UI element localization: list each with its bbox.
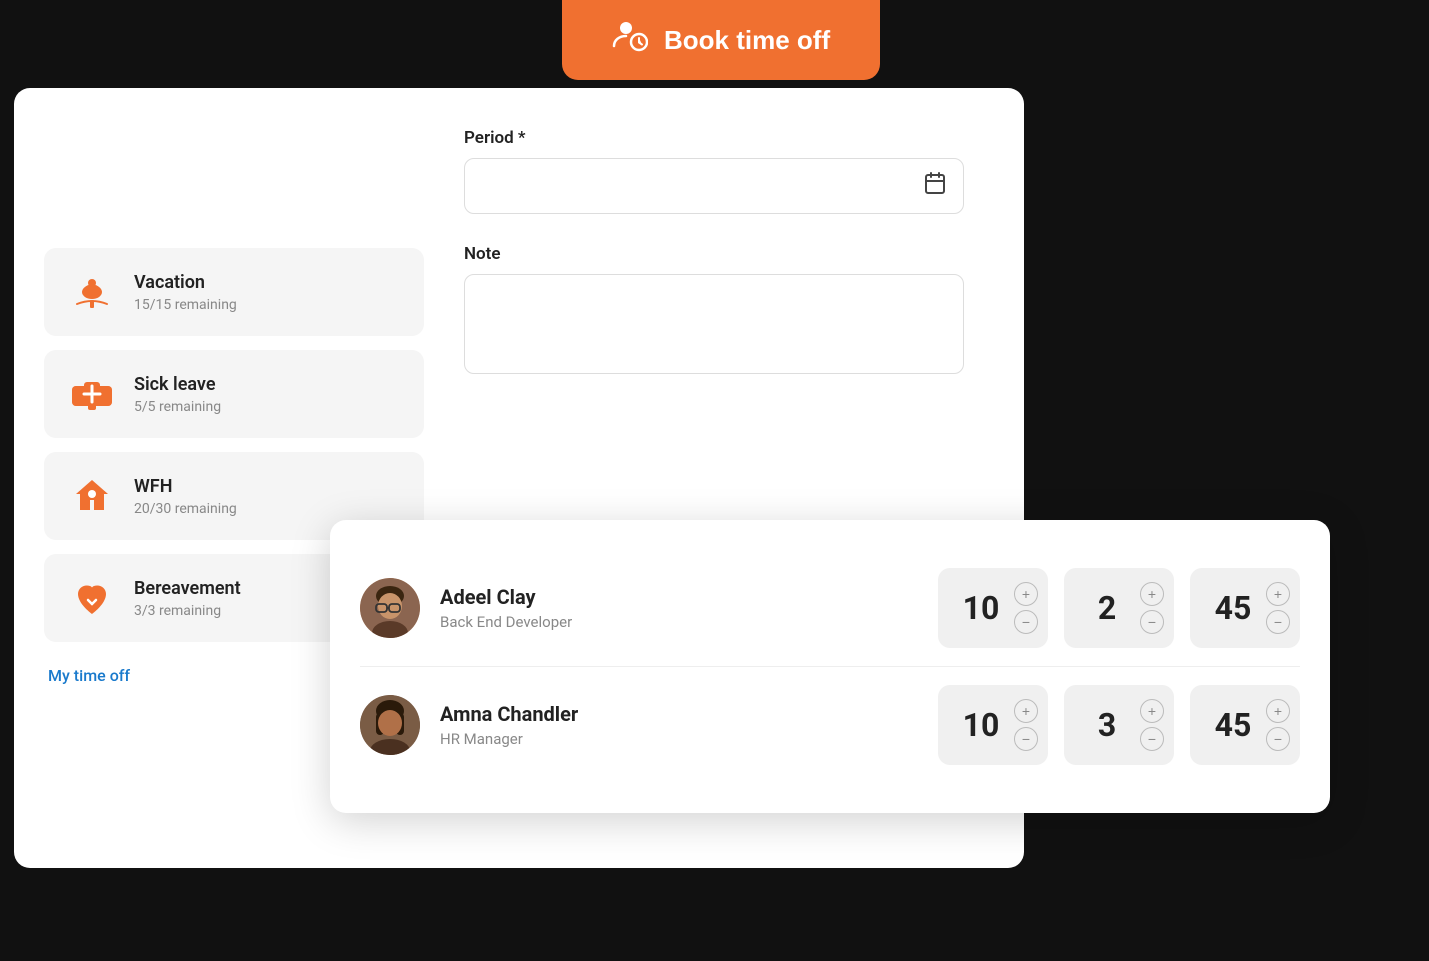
leave-card-vacation[interactable]: Vacation 15/15 remaining xyxy=(44,248,424,336)
table-row: Adeel Clay Back End Developer 10 + − 2 +… xyxy=(360,550,1300,666)
counter-group: 10 + − 3 + − 45 + − xyxy=(938,685,1300,765)
wfh-info: WFH 20/30 remaining xyxy=(134,476,237,517)
counter-value-1: 10 xyxy=(948,589,1014,627)
counter-controls-4: + − xyxy=(1014,699,1038,751)
employee-name: Adeel Clay xyxy=(440,585,918,609)
vacation-icon xyxy=(68,268,116,316)
period-label: Period * xyxy=(464,128,994,148)
sick-info: Sick leave 5/5 remaining xyxy=(134,374,221,415)
book-time-off-label: Book time off xyxy=(664,25,830,56)
wfh-name: WFH xyxy=(134,476,237,497)
counter-box-6: 45 + − xyxy=(1190,685,1300,765)
decrement-btn-3[interactable]: − xyxy=(1266,610,1290,634)
counter-box-2: 2 + − xyxy=(1064,568,1174,648)
employee-overlay: Adeel Clay Back End Developer 10 + − 2 +… xyxy=(330,520,1330,813)
counter-controls-1: + − xyxy=(1014,582,1038,634)
increment-btn-1[interactable]: + xyxy=(1014,582,1038,606)
counter-controls-5: + − xyxy=(1140,699,1164,751)
counter-box-3: 45 + − xyxy=(1190,568,1300,648)
bereavement-name: Bereavement xyxy=(134,578,241,599)
note-label: Note xyxy=(464,244,994,264)
sick-remaining: 5/5 remaining xyxy=(134,399,221,415)
increment-btn-2[interactable]: + xyxy=(1140,582,1164,606)
counter-box-4: 10 + − xyxy=(938,685,1048,765)
table-row: Amna Chandler HR Manager 10 + − 3 + − 45 xyxy=(360,666,1300,783)
bereavement-icon xyxy=(68,574,116,622)
avatar xyxy=(360,578,420,638)
employee-role: HR Manager xyxy=(440,730,918,748)
decrement-btn-2[interactable]: − xyxy=(1140,610,1164,634)
counter-value-3: 45 xyxy=(1200,589,1266,627)
increment-btn-4[interactable]: + xyxy=(1014,699,1038,723)
decrement-btn-1[interactable]: − xyxy=(1014,610,1038,634)
vacation-remaining: 15/15 remaining xyxy=(134,297,237,313)
form-panel: Period * Note xyxy=(464,128,994,378)
vacation-info: Vacation 15/15 remaining xyxy=(134,272,237,313)
book-time-off-button[interactable]: Book time off xyxy=(562,0,880,80)
counter-controls-2: + − xyxy=(1140,582,1164,634)
bereavement-remaining: 3/3 remaining xyxy=(134,603,241,619)
counter-controls-6: + − xyxy=(1266,699,1290,751)
note-textarea[interactable] xyxy=(464,274,964,374)
sick-name: Sick leave xyxy=(134,374,221,395)
leave-card-sick[interactable]: Sick leave 5/5 remaining xyxy=(44,350,424,438)
calendar-icon[interactable] xyxy=(923,171,947,201)
counter-controls-3: + − xyxy=(1266,582,1290,634)
counter-value-2: 2 xyxy=(1074,589,1140,627)
counter-box-1: 10 + − xyxy=(938,568,1048,648)
increment-btn-6[interactable]: + xyxy=(1266,699,1290,723)
employee-role: Back End Developer xyxy=(440,613,918,631)
period-input[interactable] xyxy=(464,158,964,214)
wfh-icon xyxy=(68,472,116,520)
counter-group: 10 + − 2 + − 45 + − xyxy=(938,568,1300,648)
increment-btn-5[interactable]: + xyxy=(1140,699,1164,723)
decrement-btn-4[interactable]: − xyxy=(1014,727,1038,751)
counter-value-5: 3 xyxy=(1074,706,1140,744)
sick-icon xyxy=(68,370,116,418)
increment-btn-3[interactable]: + xyxy=(1266,582,1290,606)
employee-info: Amna Chandler HR Manager xyxy=(440,702,918,748)
person-clock-icon xyxy=(612,18,648,62)
counter-box-5: 3 + − xyxy=(1064,685,1174,765)
counter-value-4: 10 xyxy=(948,706,1014,744)
employee-name: Amna Chandler xyxy=(440,702,918,726)
vacation-name: Vacation xyxy=(134,272,237,293)
decrement-btn-6[interactable]: − xyxy=(1266,727,1290,751)
wfh-remaining: 20/30 remaining xyxy=(134,501,237,517)
avatar xyxy=(360,695,420,755)
counter-value-6: 45 xyxy=(1200,706,1266,744)
decrement-btn-5[interactable]: − xyxy=(1140,727,1164,751)
bereavement-info: Bereavement 3/3 remaining xyxy=(134,578,241,619)
employee-info: Adeel Clay Back End Developer xyxy=(440,585,918,631)
